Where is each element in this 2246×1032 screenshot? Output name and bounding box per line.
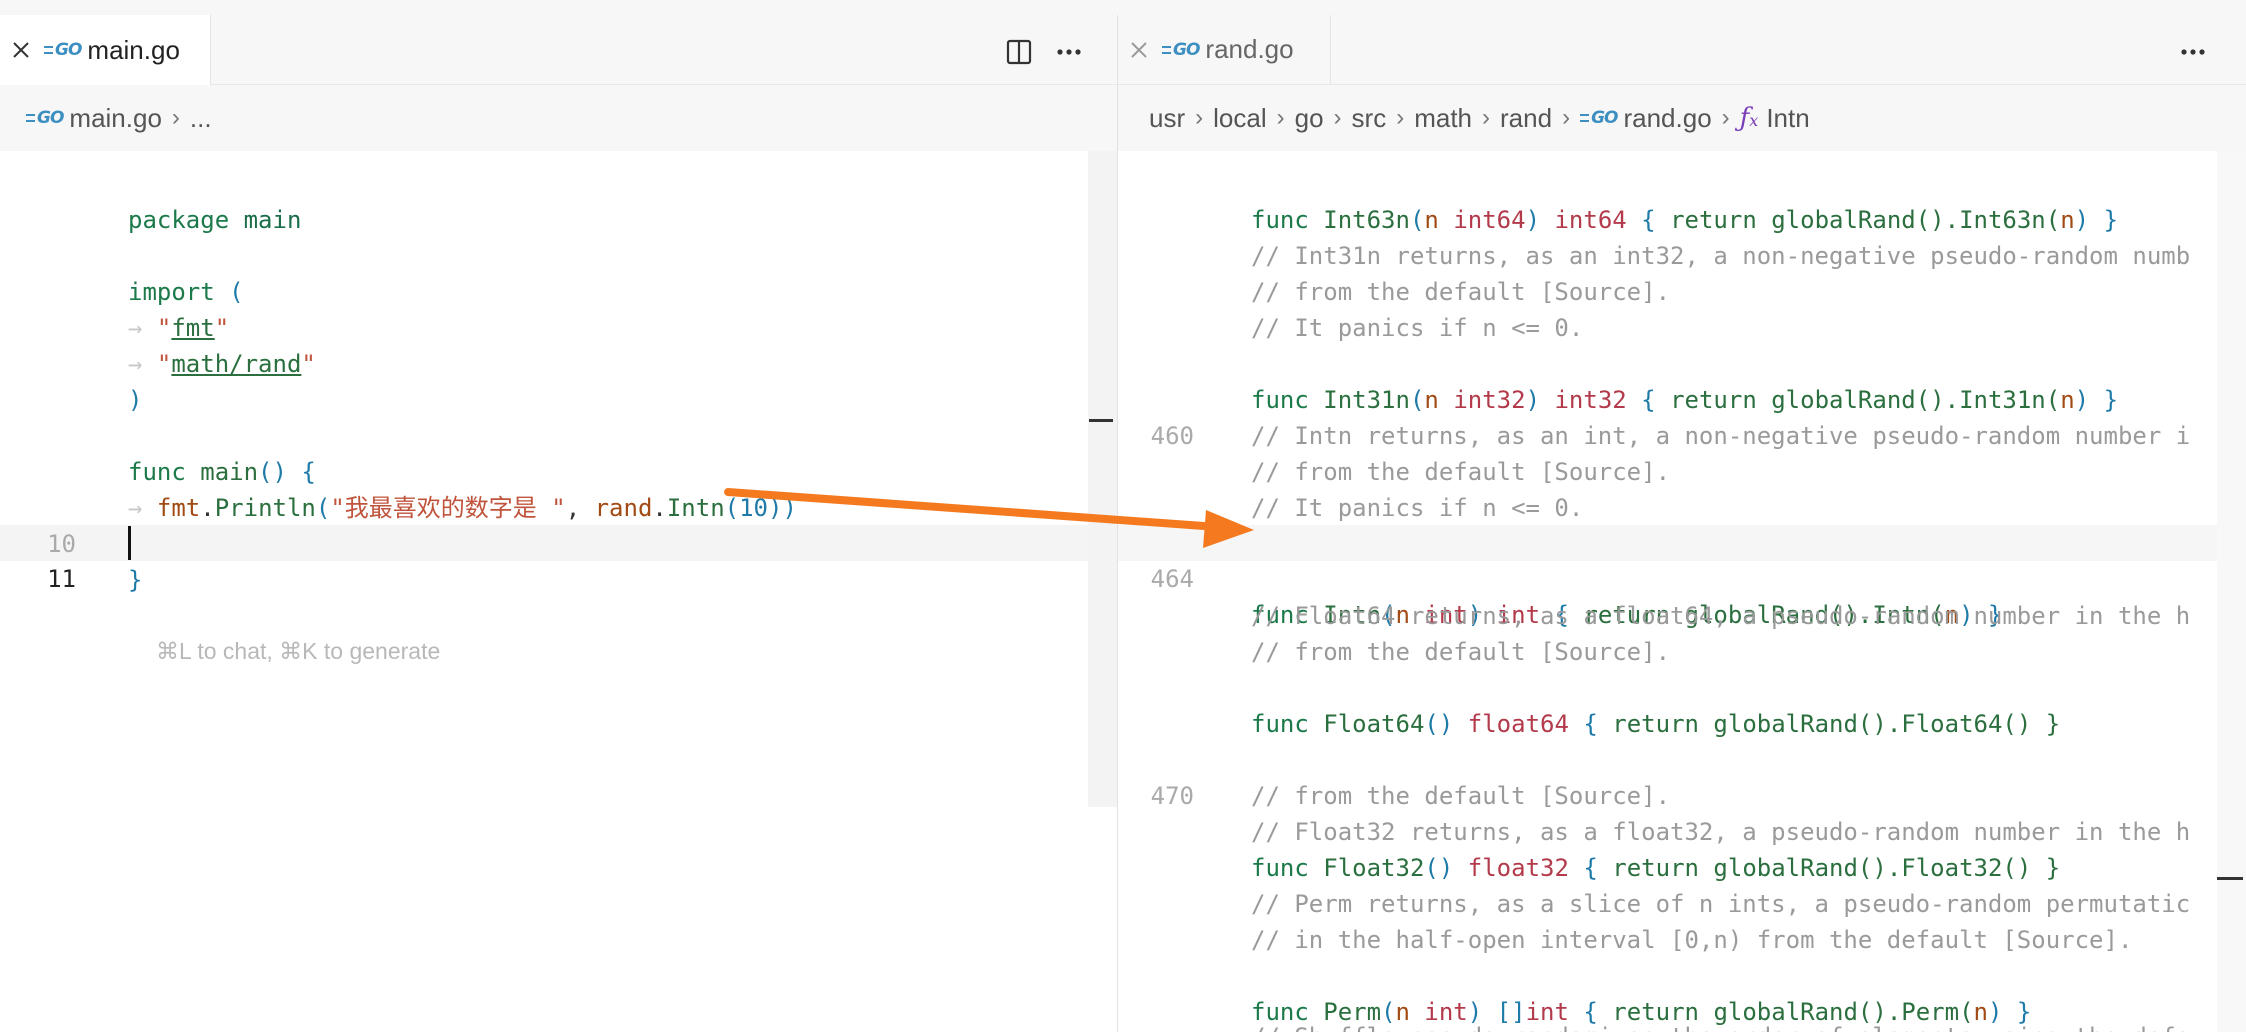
- breadcrumb: GO main.go › ...: [0, 85, 1117, 151]
- line-number: 11: [47, 565, 76, 593]
- minimap-cursor-marker: [1089, 419, 1113, 422]
- code-line-current: 464 func Intn(n int) int { return global…: [1118, 525, 2246, 629]
- function-symbol-icon: ƒx: [1739, 103, 1759, 133]
- code-comment: // in the half-open interval [0,n) from …: [1251, 926, 2133, 954]
- go-file-icon: GO: [1580, 108, 1618, 128]
- left-minimap[interactable]: [1088, 151, 1117, 807]
- breadcrumb-item-file[interactable]: main.go: [69, 103, 162, 134]
- chevron-right-icon: ›: [1721, 104, 1730, 131]
- chevron-right-icon: ›: [1482, 104, 1491, 131]
- chevron-right-icon: ›: [1562, 104, 1571, 131]
- code-line: import (: [128, 278, 244, 306]
- chevron-right-icon: ›: [1195, 104, 1204, 131]
- code-line: func Perm(n int) []int { return globalRa…: [1251, 998, 2032, 1026]
- code-comment: // Intn returns, as an int, a non-negati…: [1251, 422, 2191, 450]
- breadcrumb-item[interactable]: math: [1414, 103, 1472, 134]
- code-comment: // from the default [Source].: [1251, 278, 1671, 306]
- code-line: 10 }: [0, 490, 1117, 594]
- split-editor-icon[interactable]: [1002, 35, 1036, 69]
- right-tab-bar: GO rand.go: [1118, 15, 2246, 85]
- breadcrumb-item[interactable]: rand.go: [1623, 103, 1711, 134]
- code-line: func Float64() float64 { return globalRa…: [1251, 710, 2061, 738]
- code-comment: // from the default [Source].: [1251, 458, 1671, 486]
- code-comment: 470 // Float32 returns, as a float32, a …: [1118, 742, 2246, 846]
- chevron-right-icon: ›: [171, 104, 180, 131]
- code-line: package main: [128, 206, 302, 234]
- code-comment: // from the default [Source].: [1251, 782, 1671, 810]
- right-editor-pane: GO rand.go usr › local › go › src › math…: [1117, 15, 2246, 1032]
- right-code-editor[interactable]: func Int63n(n int64) int64 { return glob…: [1118, 151, 2246, 1032]
- chevron-right-icon: ›: [1276, 104, 1285, 131]
- more-actions-icon[interactable]: [2176, 35, 2210, 69]
- go-file-icon: GO: [44, 40, 82, 60]
- breadcrumb-item[interactable]: src: [1352, 103, 1387, 134]
- breadcrumb-item[interactable]: go: [1295, 103, 1324, 134]
- breadcrumb-item-more[interactable]: ...: [190, 103, 212, 134]
- chevron-right-icon: ›: [1396, 104, 1405, 131]
- tab-main-go[interactable]: GO main.go: [0, 15, 211, 85]
- left-tab-bar: GO main.go: [0, 15, 1117, 85]
- minimap-cursor-marker: [2217, 877, 2243, 880]
- code-line: func Float32() float32 { return globalRa…: [1251, 854, 2061, 882]
- breadcrumb: usr › local › go › src › math › rand › G…: [1118, 85, 2246, 151]
- breadcrumb-item-symbol[interactable]: Intn: [1766, 103, 1809, 134]
- code-line: → "fmt": [128, 314, 230, 342]
- more-actions-icon[interactable]: [1052, 35, 1086, 69]
- tab-label: rand.go: [1205, 34, 1294, 64]
- line-number: 464: [1150, 565, 1194, 593]
- code-comment: // Perm returns, as a slice of n ints, a…: [1251, 890, 2191, 918]
- code-line: 460: [1118, 382, 2246, 450]
- code-comment: // Int31n returns, as an int32, a non-ne…: [1251, 242, 2191, 270]
- breadcrumb-item[interactable]: usr: [1149, 103, 1185, 134]
- go-file-icon: GO: [1162, 40, 1200, 60]
- code-comment: // It panics if n <= 0.: [1251, 494, 1584, 522]
- code-line: → fmt.Println("我最喜欢的数字是 ", rand.Intn(10)…: [128, 494, 797, 522]
- left-code-editor[interactable]: package main import ( → "fmt" → "math/ra…: [0, 151, 1117, 1032]
- code-line: → "math/rand": [128, 350, 316, 378]
- text-cursor: [128, 526, 131, 560]
- code-comment: // Float64 returns, as a float64, a pseu…: [1251, 602, 2191, 630]
- code-comment: // from the default [Source].: [1251, 638, 1671, 666]
- tab-rand-go[interactable]: GO rand.go: [1118, 15, 1331, 84]
- chevron-right-icon: ›: [1333, 104, 1342, 131]
- code-comment: // Shuffle pseudo-randomizes the order o…: [1118, 1019, 2246, 1032]
- code-line: ): [128, 386, 143, 414]
- right-minimap[interactable]: [2217, 151, 2246, 1032]
- ai-chat-hint: ⌘L to chat, ⌘K to generate: [156, 638, 441, 664]
- breadcrumb-item[interactable]: local: [1213, 103, 1266, 134]
- close-tab-icon[interactable]: [10, 39, 32, 61]
- code-line-current: 11 ⌘L to chat, ⌘K to generate: [0, 525, 1117, 664]
- code-line: func main() {: [128, 458, 316, 486]
- breadcrumb-item[interactable]: rand: [1500, 103, 1552, 134]
- tab-label: main.go: [87, 34, 180, 65]
- code-line: func Int63n(n int64) int64 { return glob…: [1251, 206, 2119, 234]
- go-file-icon: GO: [26, 108, 64, 128]
- close-tab-icon[interactable]: [1128, 39, 1150, 61]
- window-top-strip: [0, 0, 2246, 16]
- code-line: func Int31n(n int32) int32 { return glob…: [1251, 386, 2119, 414]
- left-editor-pane: GO main.go GO main.go › ... package main…: [0, 15, 1117, 1032]
- code-comment: // It panics if n <= 0.: [1251, 314, 1584, 342]
